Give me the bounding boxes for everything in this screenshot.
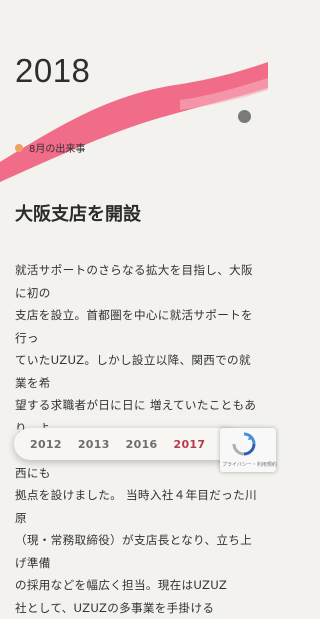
recaptcha-badge[interactable]: プライバシー・利用規約 [220, 428, 276, 472]
event-month: 8月の出来事 [15, 140, 85, 155]
page-year-title: 2018 [15, 52, 90, 90]
event-description-line: ていたUZUZ。しかし設立以降、関西での就業を希 [15, 349, 257, 394]
event-description-line: の採用などを幅広く担当。現在はUZUZ [15, 574, 257, 597]
year-nav-2012[interactable]: 2012 [30, 438, 62, 451]
year-nav-2016[interactable]: 2016 [126, 438, 158, 451]
event-title: 大阪支店を開設 [15, 200, 141, 226]
recaptcha-icon [231, 431, 257, 457]
event-month-label: 8月の出来事 [29, 140, 85, 155]
timeline-dot [238, 110, 251, 123]
bullet-icon [15, 144, 23, 152]
event-description-line: （現・常務取締役）が支店長となり、立ち上げ準備 [15, 529, 257, 574]
event-description-line: 社として、UZUZの多事業を手掛ける [15, 597, 257, 619]
recaptcha-terms[interactable]: プライバシー・利用規約 [222, 461, 277, 468]
event-description-line: 就活サポートのさらなる拡大を目指し、大阪に初の [15, 259, 257, 304]
event-description-line: 支店を設立。首都圏を中心に就活サポートを 行っ [15, 304, 257, 349]
year-nav-2017[interactable]: 2017 [173, 438, 205, 451]
year-navigation: 2012 2013 2016 2017 2018 [14, 428, 242, 460]
event-description-line: 拠点を設けました。 当時入社４年目だった川原 [15, 484, 257, 529]
year-nav-2013[interactable]: 2013 [78, 438, 110, 451]
